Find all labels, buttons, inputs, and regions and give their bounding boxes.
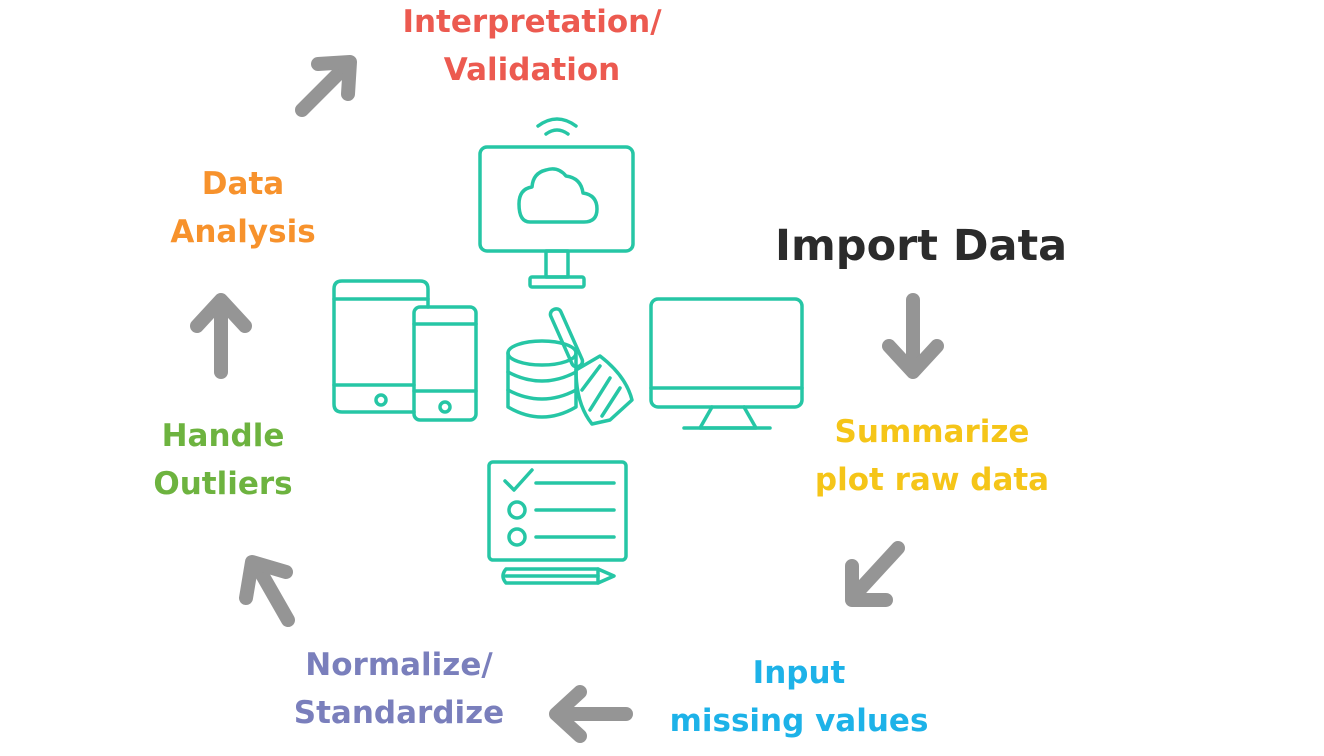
step-label-line: missing values [669,703,929,739]
phone-icon [412,305,478,422]
arrow-up-icon [190,293,252,379]
monitor-cloud-icon [478,117,635,289]
step-label-line: plot raw data [814,462,1050,498]
step-summarize: Summarize plot raw data [800,408,1064,504]
arrow-down-left-icon [845,541,905,607]
step-normalize-standardize: Normalize/ Standardize [278,641,520,737]
step-label-line: Interpretation/ [402,4,662,40]
arrow-left-icon [549,685,633,743]
checklist-board-icon [487,460,628,562]
step-label-line: Import Data [775,221,1068,271]
step-label-line: Normalize/ [305,647,493,683]
arrow-up-right-icon [295,55,357,117]
step-label-line: Data [201,166,285,202]
arrow-up-left-icon [239,555,295,627]
step-data-analysis: Data Analysis [158,160,328,256]
workflow-diagram [190,55,944,743]
step-label-line: Standardize [293,695,505,731]
pencil-icon [501,567,616,585]
step-handle-outliers: Handle Outliers [134,412,312,508]
step-label-line: Analysis [170,214,316,250]
step-label-line: Summarize [834,414,1030,450]
step-label-line: Input [752,655,846,691]
arrow-down-icon [882,293,944,379]
step-label-line: Handle [161,418,285,454]
desktop-monitor-icon [649,297,804,430]
step-label-line: Validation [443,52,621,88]
broom-icon [548,307,634,426]
step-interpretation-validation: Interpretation/ Validation [388,0,676,94]
step-import-data: Import Data [775,218,1068,274]
step-label-line: Outliers [153,466,293,502]
step-input-missing-values: Input missing values [663,649,935,745]
